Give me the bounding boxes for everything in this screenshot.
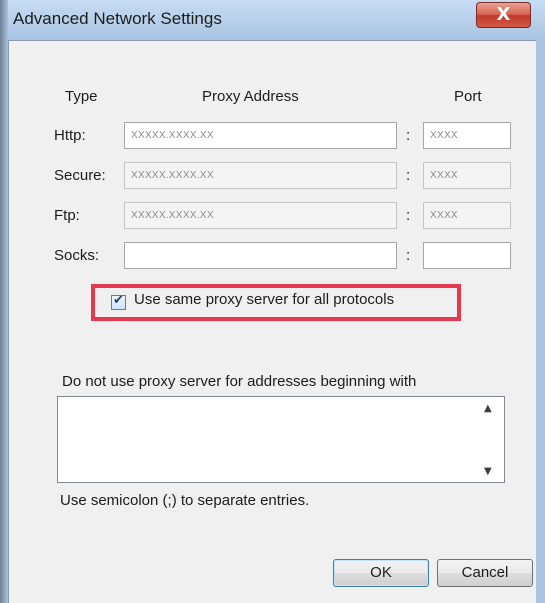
secure-separator: :	[406, 167, 411, 184]
proxy-address-column-header: Proxy Address	[202, 88, 299, 105]
socks-address-field[interactable]	[124, 242, 397, 269]
advanced-network-settings-dialog: Advanced Network Settings X Type Proxy A…	[0, 0, 545, 603]
secure-port-field[interactable]: XXXX	[423, 162, 511, 189]
http-port-field[interactable]: XXXX	[423, 122, 511, 149]
title-bar: Advanced Network Settings X	[0, 0, 545, 40]
socks-port-field[interactable]	[423, 242, 511, 269]
socks-separator: :	[406, 247, 411, 264]
scroll-down-arrow-icon[interactable]: ▼	[484, 466, 492, 477]
window-border	[0, 0, 8, 603]
ok-button[interactable]: OK	[333, 559, 429, 587]
http-separator: :	[406, 127, 411, 144]
same-proxy-checkbox[interactable]: ✔	[111, 293, 126, 310]
close-icon: X	[496, 4, 511, 25]
bypass-textarea[interactable]	[57, 396, 505, 483]
bypass-hint: Use semicolon (;) to separate entries.	[60, 492, 310, 509]
cancel-button[interactable]: Cancel	[437, 559, 533, 587]
scroll-up-arrow-icon[interactable]: ▲	[484, 403, 492, 414]
port-column-header: Port	[454, 88, 482, 105]
window-title: Advanced Network Settings	[13, 9, 222, 28]
type-column-header: Type	[65, 88, 98, 105]
ftp-port-field[interactable]: XXXX	[423, 202, 511, 229]
http-label: Http:	[54, 127, 86, 144]
bypass-label: Do not use proxy server for addresses be…	[62, 373, 417, 390]
secure-address-field[interactable]: XXXXX.XXXX.XX	[124, 162, 397, 189]
same-proxy-label[interactable]: Use same proxy server for all protocols	[134, 291, 394, 308]
ftp-separator: :	[406, 207, 411, 224]
socks-label: Socks:	[54, 247, 100, 264]
checkmark-icon: ✔	[113, 293, 124, 308]
ftp-label: Ftp:	[54, 207, 80, 224]
close-button[interactable]: X	[476, 2, 531, 28]
ftp-address-field[interactable]: XXXXX.XXXX.XX	[124, 202, 397, 229]
http-address-field[interactable]: XXXXX.XXXX.XX	[124, 122, 397, 149]
secure-label: Secure:	[54, 167, 106, 184]
